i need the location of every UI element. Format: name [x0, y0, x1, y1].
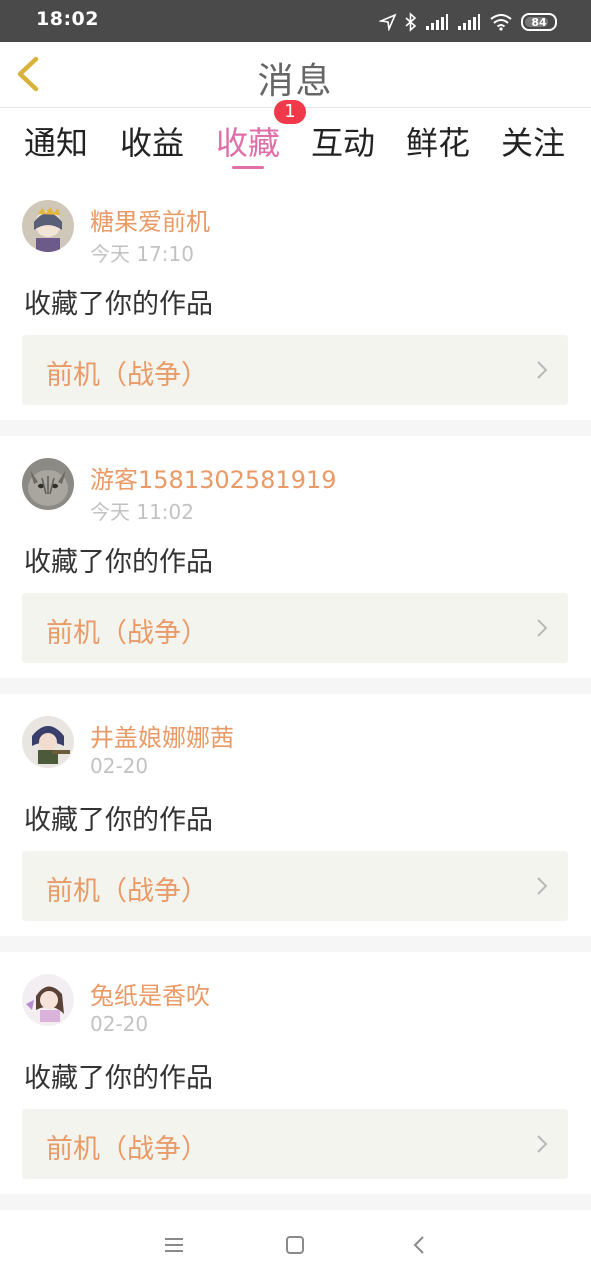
action-text: 收藏了你的作品	[24, 289, 213, 320]
favorites-badge: 1	[274, 100, 306, 124]
message-list: 糖果爱前机 今天 17:10 收藏了你的作品 前机（战争） 游客15813025…	[0, 178, 591, 1210]
status-icons: 84	[379, 10, 557, 34]
signal-icon	[426, 14, 448, 30]
page-title: 消息	[257, 61, 334, 102]
timestamp: 02-20	[90, 1012, 149, 1036]
action-text: 收藏了你的作品	[24, 805, 213, 836]
back-nav-icon[interactable]	[407, 1232, 433, 1258]
timestamp: 02-20	[90, 754, 149, 778]
avatar[interactable]	[22, 200, 74, 252]
location-icon	[379, 13, 397, 31]
avatar[interactable]	[22, 974, 74, 1026]
signal-hd-icon	[458, 14, 480, 30]
tab-follows[interactable]: 关注	[501, 118, 565, 164]
list-item: 井盖娘娜娜茜 02-20 收藏了你的作品 前机（战争）	[0, 694, 591, 936]
battery-icon: 84	[521, 13, 557, 31]
username[interactable]: 兔纸是香吹	[90, 976, 210, 1011]
chevron-right-icon	[537, 1135, 548, 1153]
tab-favorites[interactable]: 收藏	[216, 118, 280, 164]
active-tab-indicator	[232, 166, 264, 169]
tab-earnings[interactable]: 收益	[120, 118, 184, 164]
username[interactable]: 游客1581302581919	[90, 460, 337, 495]
work-title: 前机（战争）	[46, 876, 208, 907]
chevron-right-icon	[537, 877, 548, 895]
work-title: 前机（战争）	[46, 360, 208, 391]
action-text: 收藏了你的作品	[24, 1063, 213, 1094]
list-item: 糖果爱前机 今天 17:10 收藏了你的作品 前机（战争）	[0, 178, 591, 420]
work-link[interactable]: 前机（战争）	[22, 1109, 568, 1179]
avatar[interactable]	[22, 716, 74, 768]
work-link[interactable]: 前机（战争）	[22, 851, 568, 921]
avatar[interactable]	[22, 458, 74, 510]
tab-bar: 通知 收益 收藏 1 互动 鲜花 关注	[0, 100, 591, 178]
username[interactable]: 糖果爱前机	[90, 202, 210, 237]
work-title: 前机（战争）	[46, 618, 208, 649]
bluetooth-icon	[405, 12, 417, 32]
work-link[interactable]: 前机（战争）	[22, 593, 568, 663]
status-time: 18:02	[36, 8, 99, 30]
list-item: 兔纸是香吹 02-20 收藏了你的作品 前机（战争）	[0, 952, 591, 1194]
system-nav-bar	[0, 1210, 591, 1280]
chevron-right-icon	[537, 361, 548, 379]
menu-icon[interactable]	[161, 1232, 187, 1258]
work-title: 前机（战争）	[46, 1134, 208, 1165]
tab-flowers[interactable]: 鲜花	[406, 118, 470, 164]
timestamp: 今天 11:02	[90, 500, 194, 524]
list-item: 游客1581302581919 今天 11:02 收藏了你的作品 前机（战争）	[0, 436, 591, 678]
action-text: 收藏了你的作品	[24, 547, 213, 578]
tab-interactions[interactable]: 互动	[311, 118, 375, 164]
header: 消息	[0, 42, 591, 108]
status-bar: 18:02 84	[0, 0, 591, 42]
username[interactable]: 井盖娘娜娜茜	[90, 718, 234, 753]
home-icon[interactable]	[282, 1232, 308, 1258]
work-link[interactable]: 前机（战争）	[22, 335, 568, 405]
tab-notifications[interactable]: 通知	[24, 118, 88, 164]
chevron-right-icon	[537, 619, 548, 637]
timestamp: 今天 17:10	[90, 242, 194, 266]
wifi-icon	[490, 14, 512, 31]
